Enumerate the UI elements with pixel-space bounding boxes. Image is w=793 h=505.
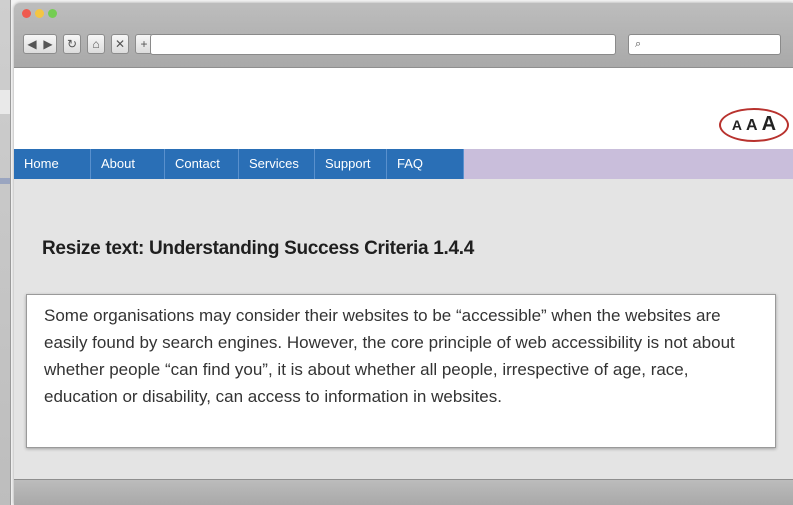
nav-item-services[interactable]: Services	[239, 149, 315, 179]
minimize-window-button[interactable]	[35, 9, 44, 18]
address-bar[interactable]	[150, 34, 616, 55]
reload-icon: ↻	[66, 37, 78, 51]
browser-window: ◀ ▶ ↻ ⌂ ✕ + ⌕ A A A Home About Contact S…	[14, 3, 793, 505]
window-bottom-bar	[14, 479, 793, 505]
browser-nav-buttons: ◀ ▶ ↻ ⌂ ✕ +	[23, 34, 153, 54]
forward-arrow-icon[interactable]: ▶	[43, 37, 52, 51]
text-size-controls: A A A	[719, 108, 789, 142]
background-window-highlight	[0, 178, 10, 184]
text-size-large-button[interactable]: A	[762, 113, 776, 136]
home-button[interactable]: ⌂	[87, 34, 105, 54]
nav-item-contact[interactable]: Contact	[165, 149, 239, 179]
home-icon: ⌂	[92, 37, 100, 51]
site-header: A A A	[14, 68, 793, 149]
nav-item-support[interactable]: Support	[315, 149, 387, 179]
text-panel: Some organisations may consider their we…	[26, 294, 776, 448]
reload-button[interactable]: ↻	[63, 34, 81, 54]
background-window-edge	[0, 0, 11, 505]
page-title: Resize text: Understanding Success Crite…	[42, 238, 474, 259]
stop-button[interactable]: ✕	[111, 34, 129, 54]
back-forward-buttons[interactable]: ◀ ▶	[23, 34, 57, 54]
nav-item-faq[interactable]: FAQ	[387, 149, 464, 179]
main-content: Resize text: Understanding Success Crite…	[14, 179, 793, 479]
search-input[interactable]: ⌕	[628, 34, 781, 55]
browser-toolbar: ◀ ▶ ↻ ⌂ ✕ + ⌕	[14, 3, 793, 68]
zoom-window-button[interactable]	[48, 9, 57, 18]
text-size-small-button[interactable]: A	[732, 117, 742, 133]
plus-icon: +	[140, 37, 148, 51]
text-size-medium-button[interactable]: A	[746, 117, 758, 135]
nav-item-about[interactable]: About	[91, 149, 165, 179]
body-text: Some organisations may consider their we…	[44, 306, 735, 406]
site-navigation: Home About Contact Services Support FAQ	[14, 149, 793, 179]
close-window-button[interactable]	[22, 9, 31, 18]
background-window-panel	[0, 90, 10, 114]
search-icon: ⌕	[635, 38, 642, 50]
close-icon: ✕	[114, 37, 126, 51]
window-controls	[22, 9, 57, 18]
nav-item-home[interactable]: Home	[14, 149, 91, 179]
back-arrow-icon[interactable]: ◀	[27, 37, 36, 51]
